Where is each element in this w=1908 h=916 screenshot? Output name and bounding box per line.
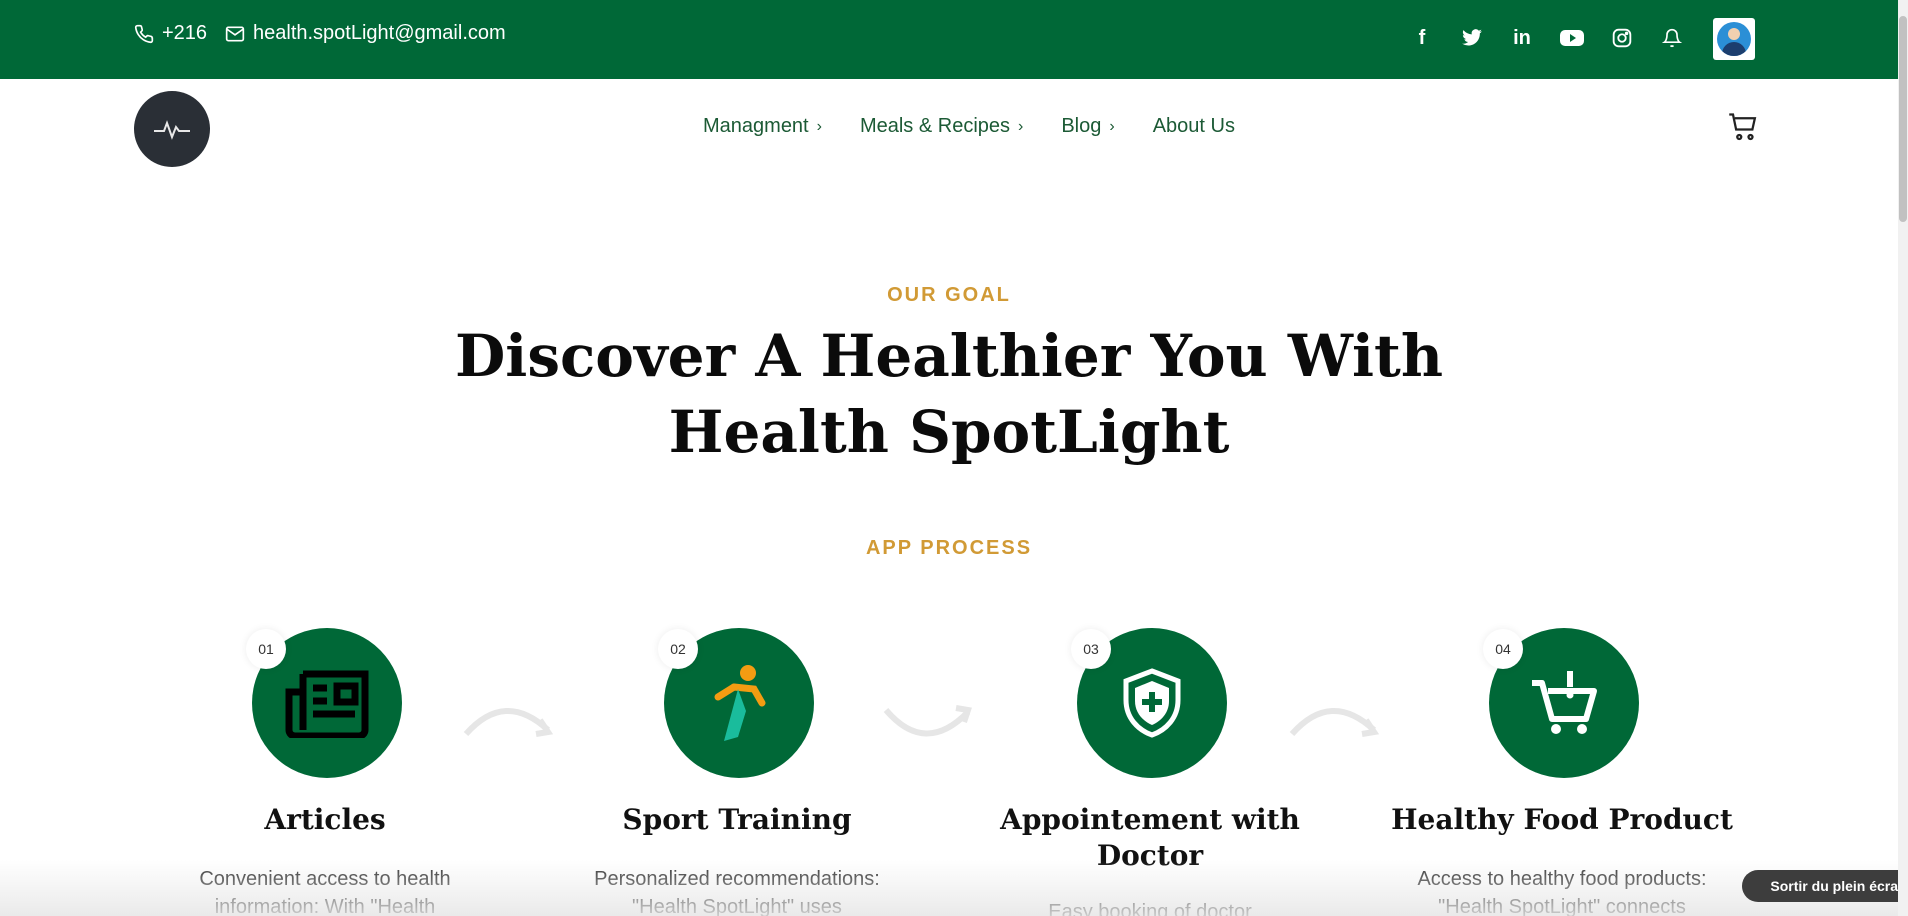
app-process-eyebrow: APP PROCESS [865, 537, 1033, 559]
email-address: health.spotLight@gmail.com [253, 22, 506, 44]
site-logo[interactable] [134, 91, 210, 167]
exit-fullscreen-button[interactable]: Sortir du plein écran [1742, 870, 1908, 902]
step-number-badge: 04 [1483, 629, 1523, 669]
user-avatar[interactable] [1713, 18, 1755, 60]
bell-icon[interactable] [1654, 20, 1690, 56]
nav-item-meals-recipes[interactable]: Meals & Recipes › [860, 115, 1023, 138]
step-description: Personalized recommendations: "Health Sp… [594, 868, 880, 916]
runner-icon [714, 665, 766, 741]
linkedin-icon[interactable]: in [1504, 20, 1540, 56]
step-number-badge: 01 [246, 629, 286, 669]
scrollbar-thumb[interactable] [1899, 16, 1907, 222]
step-title: Healthy Food Product [1391, 803, 1733, 836]
top-bar: +216 health.spotLight@gmail.com f in [0, 0, 1898, 79]
step-description: Access to healthy food products: "Health… [1417, 868, 1707, 916]
avatar-image [1717, 22, 1751, 56]
our-goal-eyebrow: OUR GOAL [887, 284, 1011, 306]
phone-icon [134, 24, 154, 43]
step-number-badge: 02 [658, 629, 698, 669]
chevron-right-icon: › [1018, 117, 1024, 135]
heartbeat-icon [154, 120, 190, 140]
instagram-icon[interactable] [1604, 20, 1640, 56]
shopping-cart-icon [1532, 671, 1597, 734]
nav-item-label: Blog [1061, 115, 1102, 137]
step-description: Convenient access to health information:… [199, 868, 451, 916]
step-number-badge: 03 [1071, 629, 1111, 669]
curved-arrow-icon [883, 705, 972, 737]
step-title: Appointement with Doctor [1000, 803, 1300, 872]
twitter-icon[interactable] [1454, 20, 1490, 56]
social-links: f in [1404, 20, 1704, 56]
email-contact[interactable]: health.spotLight@gmail.com [225, 22, 506, 45]
medical-shield-icon [1123, 668, 1181, 738]
step-title: Articles [264, 803, 386, 836]
newspaper-icon [285, 670, 369, 738]
nav-item-managment[interactable]: Managment › [703, 115, 822, 138]
nav-item-label: Managment [703, 115, 809, 137]
cart-icon[interactable] [1728, 112, 1758, 142]
step-title: Sport Training [622, 803, 852, 836]
mail-icon [225, 26, 245, 41]
chevron-right-icon: › [1109, 117, 1115, 135]
nav-item-label: Meals & Recipes [859, 115, 1011, 137]
youtube-icon[interactable] [1554, 20, 1590, 56]
curved-arrow-icon [463, 707, 554, 737]
nav-item-about-us[interactable]: About Us [1153, 115, 1235, 138]
phone-number: +216 [162, 22, 208, 44]
step-description: Easy booking of doctor [1048, 901, 1252, 916]
chevron-right-icon: › [816, 117, 822, 135]
main-nav: Managment › Meals & Recipes › Blog › Abo… [703, 115, 1273, 138]
facebook-icon[interactable]: f [1404, 20, 1440, 56]
page-title: Discover A Healthier You With Health Spo… [454, 322, 1443, 466]
curved-arrow-icon [1289, 707, 1380, 737]
nav-item-blog[interactable]: Blog › [1061, 115, 1114, 138]
nav-item-label: About Us [1152, 115, 1235, 137]
phone-contact[interactable]: +216 [134, 22, 207, 45]
